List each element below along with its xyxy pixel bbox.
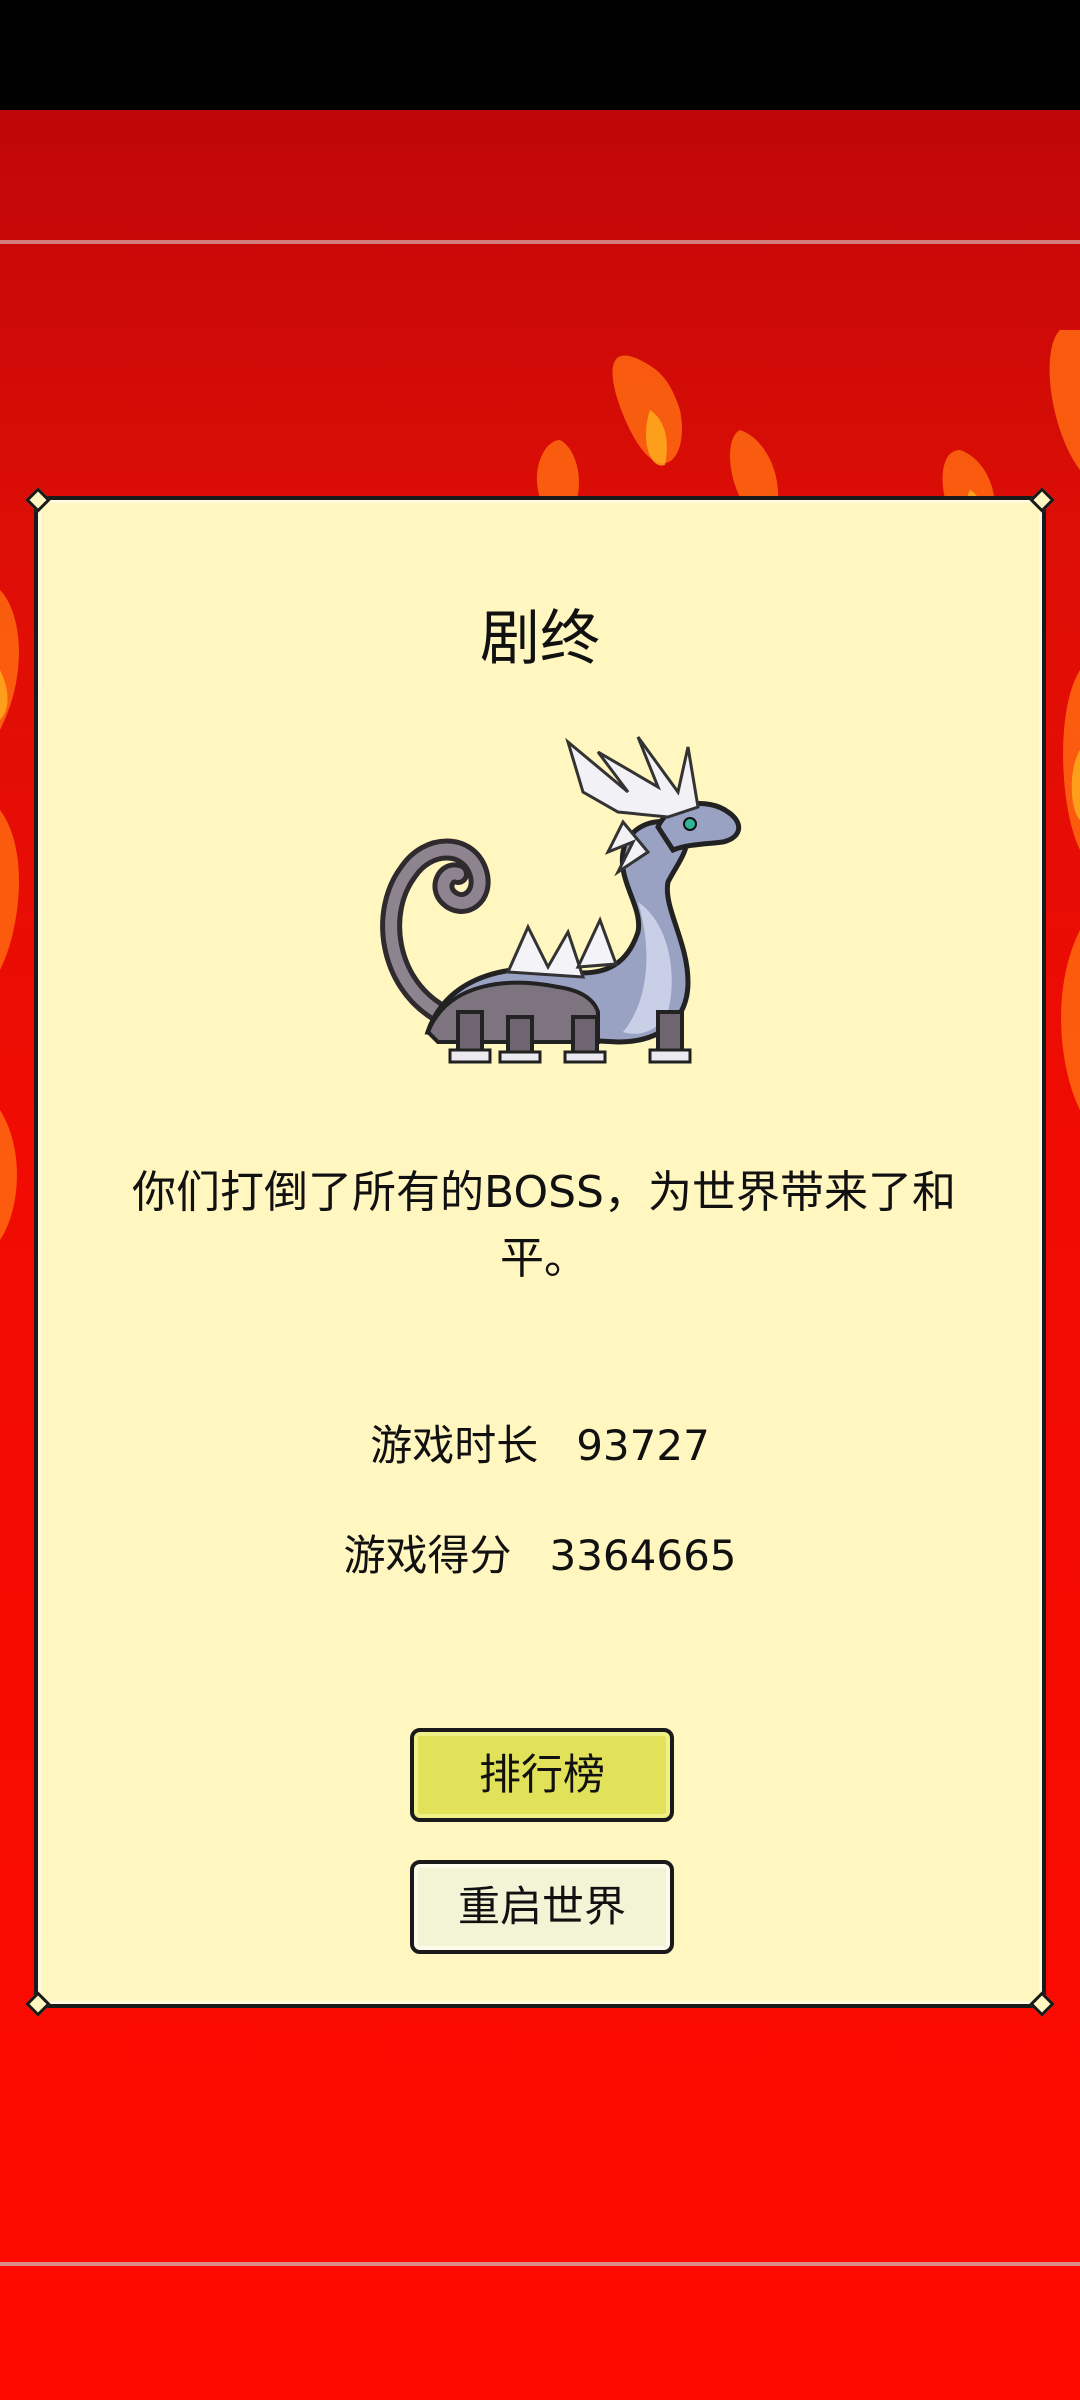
- restart-world-button[interactable]: 重启世界: [410, 1860, 674, 1954]
- leaderboard-button[interactable]: 排行榜: [410, 1728, 674, 1822]
- status-bar: [0, 0, 1080, 110]
- dragon-boss-image: [380, 736, 742, 1064]
- ending-message: 你们打倒了所有的BOSS，为世界带来了和平。: [132, 1167, 956, 1284]
- play-time-value: 93727: [576, 1421, 710, 1470]
- score-row: 游戏得分 3364665: [38, 1522, 1042, 1583]
- play-time-label: 游戏时长: [370, 1421, 539, 1470]
- score-label: 游戏得分: [343, 1531, 512, 1580]
- score-value: 3364665: [549, 1531, 737, 1580]
- dialog-title: 剧终: [480, 604, 600, 674]
- game-over-dialog: 剧终 你们打倒了所有的BOSS，为世界带来了和平。 游戏时长 93727 游戏得分…: [25, 487, 1055, 2017]
- play-time-row: 游戏时长 93727: [38, 1412, 1042, 1473]
